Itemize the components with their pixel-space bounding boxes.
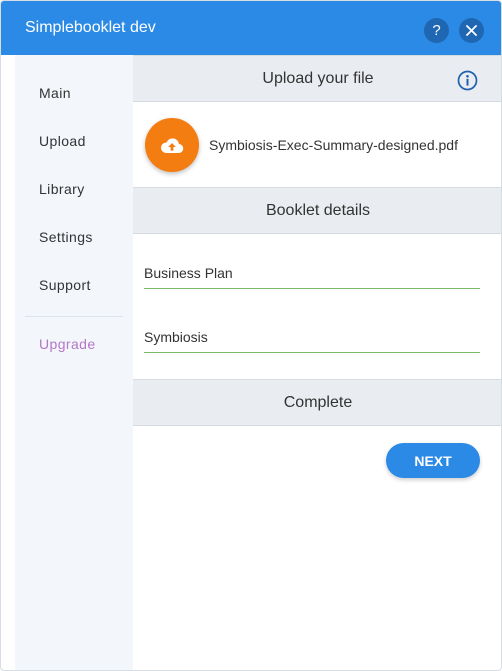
info-icon[interactable] — [457, 70, 478, 91]
close-icon — [466, 25, 477, 36]
sidebar-item-settings[interactable]: Settings — [39, 229, 93, 245]
upload-file-button[interactable] — [145, 118, 199, 172]
booklet-details-title: Booklet details — [265, 201, 371, 219]
sidebar-item-main[interactable]: Main — [39, 85, 71, 101]
booklet-name-field[interactable] — [144, 321, 480, 353]
main-panel: Upload your file Symbiosis-Exec-Summary-… — [133, 55, 501, 670]
window-title: Simplebooklet dev — [25, 19, 156, 36]
sidebar-divider — [25, 316, 123, 317]
upload-section-title: Upload your file — [262, 69, 374, 87]
cloud-upload-icon — [160, 138, 184, 154]
booklet-details-header: Booklet details — [133, 187, 501, 234]
next-button[interactable]: NEXT — [386, 443, 480, 478]
sidebar-item-upload[interactable]: Upload — [39, 133, 86, 149]
complete-section-header: Complete — [133, 379, 501, 426]
sidebar-item-upgrade[interactable]: Upgrade — [39, 336, 96, 352]
uploaded-file-name: Symbiosis-Exec-Summary-designed.pdf — [209, 137, 458, 153]
title-bar: Simplebooklet dev ? — [1, 1, 501, 55]
sidebar-item-support[interactable]: Support — [39, 277, 91, 293]
sidebar-item-library[interactable]: Library — [39, 181, 85, 197]
app-window: Simplebooklet dev ? Main Upload Library … — [0, 0, 502, 671]
booklet-category-field[interactable] — [144, 257, 480, 289]
upload-section-header: Upload your file — [133, 55, 501, 102]
help-button[interactable]: ? — [424, 18, 449, 43]
help-icon: ? — [432, 22, 441, 39]
close-button[interactable] — [459, 18, 484, 43]
sidebar: Main Upload Library Settings Support Upg… — [15, 55, 133, 670]
complete-section-title: Complete — [283, 393, 353, 411]
